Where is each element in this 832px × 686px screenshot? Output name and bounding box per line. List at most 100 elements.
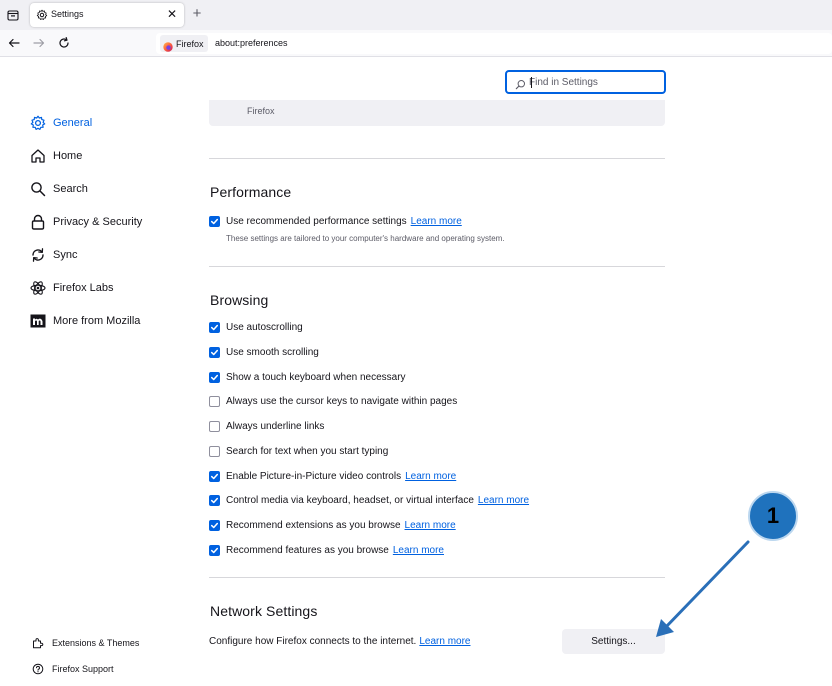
- checkbox-checked[interactable]: [209, 371, 220, 383]
- option-search-typing[interactable]: Search for text when you start typing: [209, 444, 388, 458]
- tab-title: Settings: [51, 9, 84, 19]
- search-icon: [515, 77, 526, 90]
- text-cursor: [531, 77, 532, 88]
- gear-icon: [30, 115, 46, 131]
- option-label: Search for text when you start typing: [226, 445, 389, 457]
- identity-label: Firefox: [176, 38, 204, 49]
- tab-list-icon[interactable]: [6, 8, 20, 22]
- sidebar-item-sync[interactable]: Sync: [30, 246, 77, 264]
- find-in-settings-input[interactable]: [529, 74, 659, 90]
- sidebar-item-label: Sync: [53, 249, 78, 261]
- browsing-heading: Browsing: [210, 292, 269, 308]
- option-media-control[interactable]: Control media via keyboard, headset, or …: [209, 493, 529, 507]
- scrolled-away-panel: Firefox: [209, 100, 665, 126]
- option-picture-in-picture[interactable]: Enable Picture-in-Picture video controls…: [209, 469, 456, 483]
- sidebar-item-label: Privacy & Security: [53, 216, 143, 228]
- section-divider: [209, 577, 665, 578]
- section-divider: [209, 158, 665, 159]
- performance-description: These settings are tailored to your comp…: [226, 234, 505, 243]
- option-label: Enable Picture-in-Picture video controls: [226, 470, 402, 482]
- checkbox-checked[interactable]: [209, 470, 220, 482]
- network-settings-button[interactable]: Settings...: [562, 629, 665, 654]
- close-tab-icon[interactable]: ✕: [164, 6, 180, 22]
- sidebar-item-label: Search: [53, 183, 88, 195]
- sidebar-item-search[interactable]: Search: [30, 180, 88, 198]
- footer-link-label: Firefox Support: [52, 664, 114, 674]
- find-in-settings-box[interactable]: [505, 70, 666, 94]
- sidebar-item-label: Firefox Labs: [53, 282, 114, 294]
- network-description: Configure how Firefox connects to the in…: [209, 636, 470, 647]
- option-label: Always underline links: [226, 420, 325, 432]
- option-label: Recommend features as you browse: [226, 544, 389, 556]
- learn-more-link[interactable]: Learn more: [419, 636, 470, 647]
- sidebar-item-more-from-mozilla[interactable]: More from Mozilla: [30, 312, 140, 330]
- home-icon: [30, 148, 46, 164]
- step-badge: 1: [748, 491, 798, 541]
- step-number: 1: [766, 503, 780, 528]
- option-autoscrolling[interactable]: Use autoscrolling: [209, 320, 303, 334]
- sync-icon: [30, 247, 46, 263]
- learn-more-link[interactable]: Learn more: [405, 471, 456, 482]
- network-settings-heading: Network Settings: [210, 603, 318, 619]
- option-recommend-features[interactable]: Recommend features as you browse Learn m…: [209, 543, 444, 557]
- option-underline-links[interactable]: Always underline links: [209, 419, 324, 433]
- address-bar[interactable]: Firefox about:preferences: [156, 33, 832, 54]
- checkbox-checked[interactable]: [209, 494, 220, 506]
- reload-icon[interactable]: [56, 35, 72, 51]
- performance-heading: Performance: [210, 184, 292, 200]
- performance-option[interactable]: Use recommended performance settings Lea…: [209, 214, 462, 228]
- extensions-themes-link[interactable]: Extensions & Themes: [32, 636, 139, 650]
- navigation-toolbar: Firefox about:preferences: [0, 30, 832, 57]
- sidebar-item-home[interactable]: Home: [30, 147, 82, 165]
- checkbox-checked[interactable]: [209, 215, 220, 227]
- search-icon: [30, 181, 46, 197]
- network-description-text: Configure how Firefox connects to the in…: [209, 636, 417, 647]
- option-recommend-extensions[interactable]: Recommend extensions as you browse Learn…: [209, 518, 456, 532]
- gear-icon: [36, 8, 50, 22]
- checkbox-checked[interactable]: [209, 519, 220, 531]
- sidebar-item-label: Home: [53, 150, 83, 162]
- option-label: Recommend extensions as you browse: [226, 519, 401, 531]
- option-label: Always use the cursor keys to navigate w…: [226, 395, 458, 407]
- sidebar-item-general[interactable]: General: [30, 114, 92, 132]
- tab-settings[interactable]: Settings ✕: [30, 3, 184, 27]
- learn-more-link[interactable]: Learn more: [393, 545, 444, 556]
- flask-icon: [30, 280, 46, 296]
- learn-more-link[interactable]: Learn more: [411, 216, 462, 227]
- checkbox-unchecked[interactable]: [209, 445, 220, 457]
- checkbox-unchecked[interactable]: [209, 395, 220, 407]
- learn-more-link[interactable]: Learn more: [405, 520, 456, 531]
- option-label: Use autoscrolling: [226, 321, 303, 333]
- back-arrow-icon[interactable]: [6, 35, 22, 51]
- firefox-support-link[interactable]: Firefox Support: [32, 662, 114, 676]
- checkbox-checked[interactable]: [209, 346, 220, 358]
- new-tab-icon[interactable]: +: [189, 6, 205, 22]
- forward-arrow-icon[interactable]: [31, 35, 47, 51]
- option-smooth-scrolling[interactable]: Use smooth scrolling: [209, 345, 319, 359]
- puzzle-icon: [32, 637, 44, 649]
- mozilla-icon: [30, 313, 46, 329]
- section-divider: [209, 266, 665, 267]
- option-label: Show a touch keyboard when necessary: [226, 371, 406, 383]
- lock-icon: [30, 214, 46, 230]
- option-label: Use recommended performance settings: [226, 215, 407, 227]
- help-icon: [32, 663, 44, 675]
- identity-box[interactable]: Firefox: [160, 35, 208, 52]
- tab-strip: Settings ✕ +: [0, 0, 832, 30]
- url-text[interactable]: about:preferences: [215, 38, 288, 48]
- option-cursor-keys[interactable]: Always use the cursor keys to navigate w…: [209, 394, 457, 408]
- sidebar-item-label: More from Mozilla: [53, 315, 141, 327]
- option-label: Use smooth scrolling: [226, 346, 319, 358]
- footer-link-label: Extensions & Themes: [52, 638, 140, 648]
- learn-more-link[interactable]: Learn more: [478, 495, 529, 506]
- firefox-logo-icon: [163, 39, 173, 52]
- checkbox-checked[interactable]: [209, 544, 220, 556]
- option-label: Control media via keyboard, headset, or …: [226, 494, 474, 506]
- option-touch-keyboard[interactable]: Show a touch keyboard when necessary: [209, 370, 406, 384]
- sidebar-item-label: General: [53, 117, 93, 129]
- sidebar-item-privacy[interactable]: Privacy & Security: [30, 213, 142, 231]
- remnant-text: Firefox: [247, 106, 275, 116]
- checkbox-checked[interactable]: [209, 321, 220, 333]
- checkbox-unchecked[interactable]: [209, 420, 220, 432]
- sidebar-item-firefox-labs[interactable]: Firefox Labs: [30, 279, 114, 297]
